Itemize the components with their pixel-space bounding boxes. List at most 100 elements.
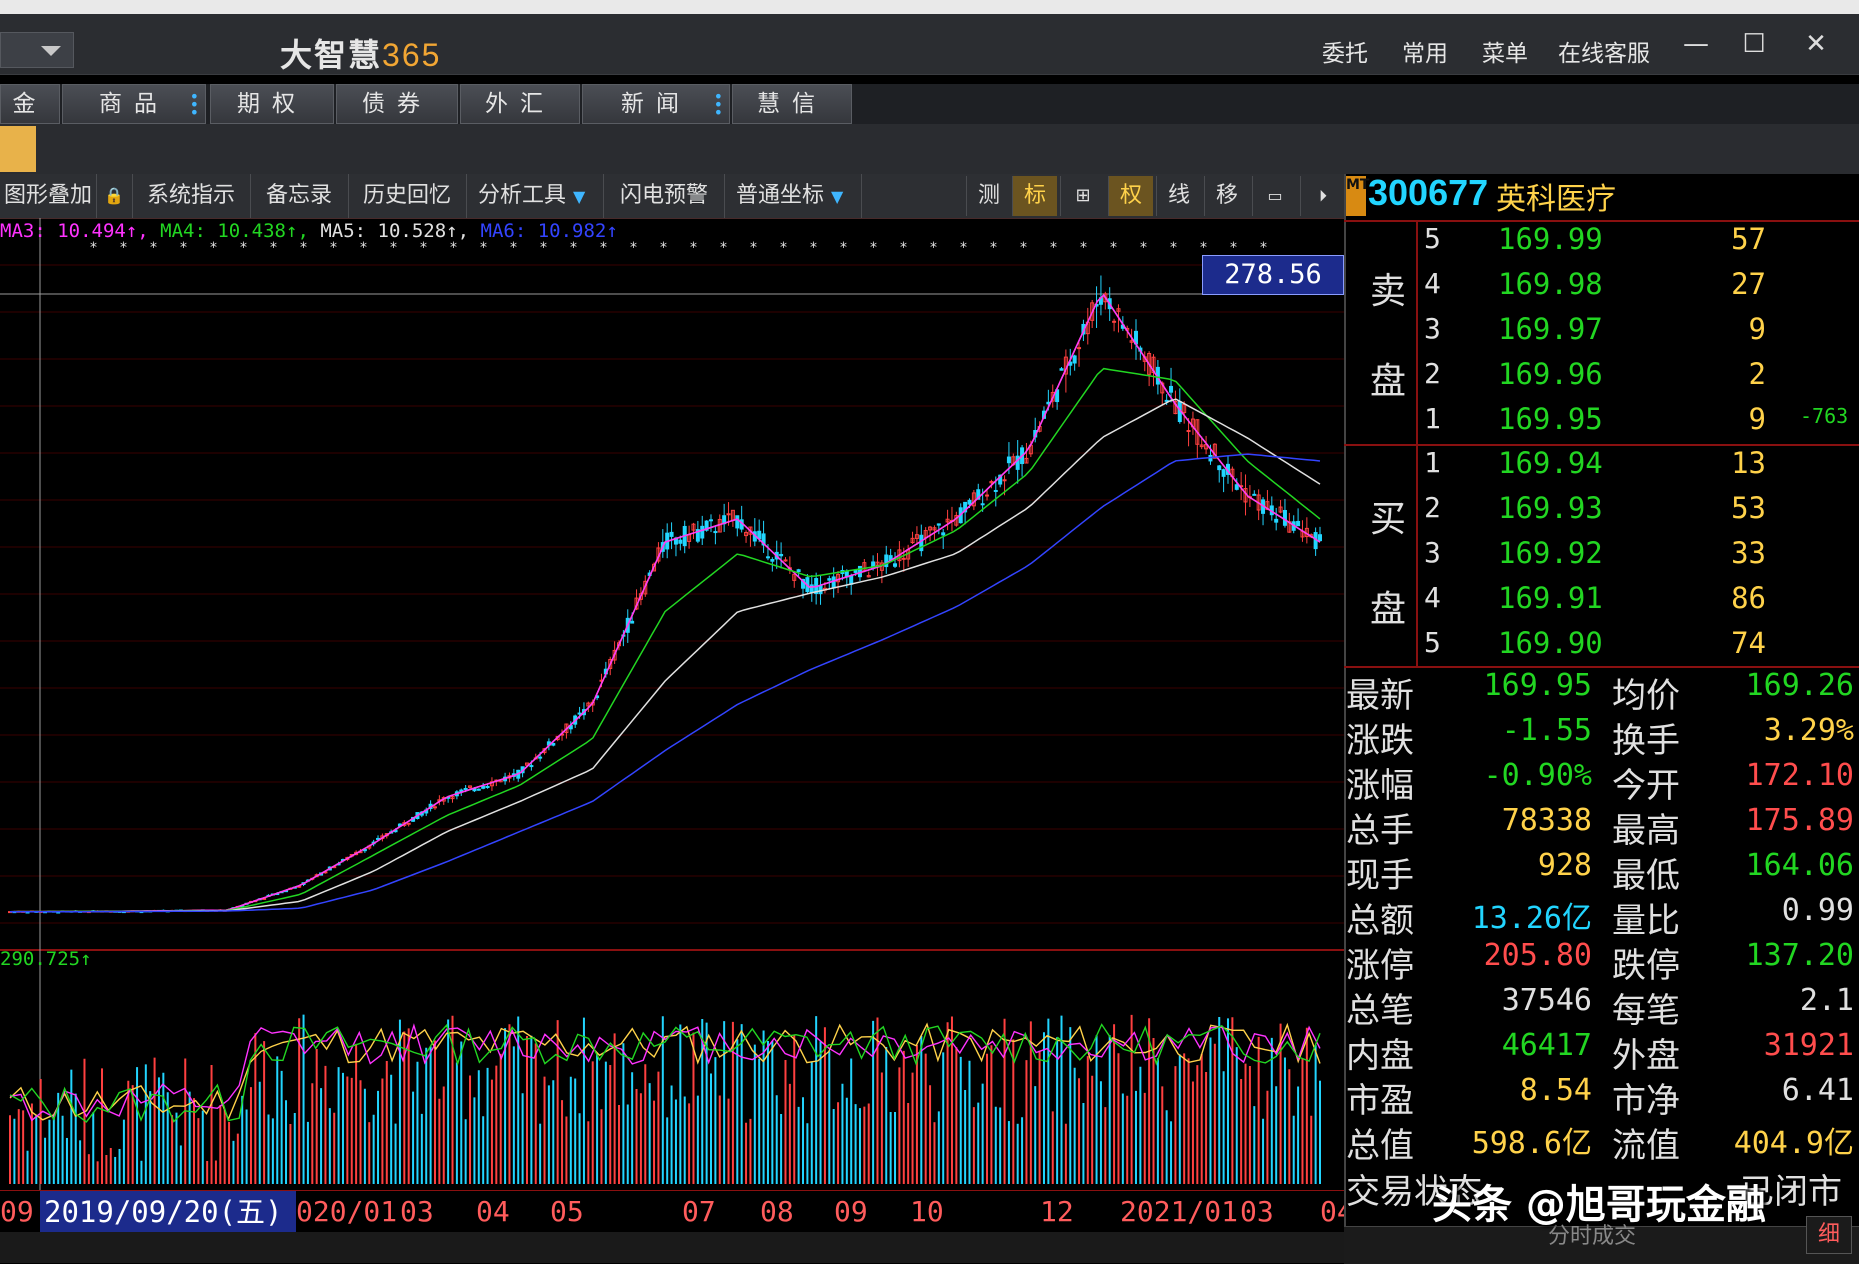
candle-body	[857, 565, 862, 578]
quote-value: 598.6亿	[1471, 1126, 1592, 1161]
event-marker: *	[360, 240, 367, 256]
tab-bonds[interactable]: 债券	[336, 84, 458, 124]
buy-price[interactable]: 169.92	[1498, 536, 1603, 570]
candle-body	[901, 557, 906, 560]
menu-menu[interactable]: 菜单	[1482, 34, 1528, 68]
event-marker: *	[570, 240, 577, 256]
line-icon[interactable]: 线	[1156, 176, 1201, 216]
sell-price[interactable]: 169.96	[1498, 357, 1603, 391]
candle-body	[481, 786, 486, 789]
menu-online-service[interactable]: 在线客服	[1558, 34, 1650, 68]
sell-volume: 2	[1748, 357, 1766, 391]
candle-body	[779, 553, 784, 557]
candle-body	[967, 499, 972, 505]
measure-icon[interactable]: 测	[966, 176, 1011, 216]
tab-forex[interactable]: 外汇	[460, 84, 580, 124]
quote-label: 总手	[1346, 811, 1414, 851]
tab-commodity[interactable]: 商品 • • •	[62, 84, 206, 124]
sell-price[interactable]: 169.95	[1498, 402, 1603, 436]
event-marker: *	[210, 240, 217, 256]
minimize-button[interactable]: —	[1670, 24, 1722, 64]
analysis-tools-button[interactable]: 分析工具 ▼	[466, 174, 604, 218]
move-icon[interactable]: 移	[1204, 176, 1249, 216]
buy-price[interactable]: 169.94	[1498, 446, 1603, 480]
active-page-tab[interactable]	[0, 126, 36, 172]
candle-body	[700, 525, 705, 539]
tab-huixin[interactable]: 慧信	[732, 84, 852, 124]
tab-options[interactable]: 期权	[210, 84, 334, 124]
sell-price[interactable]: 169.99	[1498, 222, 1603, 256]
quote-value: 31921	[1763, 1028, 1854, 1063]
overlay-button[interactable]: 图形叠加	[0, 174, 97, 218]
event-marker: *	[1020, 240, 1027, 256]
menu-common[interactable]: 常用	[1402, 34, 1448, 68]
ma3-label: MA3: 10.494↑,	[0, 220, 149, 242]
more-dots-icon: • • •	[189, 87, 199, 122]
candle-body	[941, 532, 946, 536]
ma5-label: MA5: 10.528↑,	[320, 220, 470, 242]
app-dropdown[interactable]	[0, 32, 74, 68]
quote-label: 总额	[1346, 901, 1414, 941]
date-label: 2021/01	[1120, 1195, 1239, 1228]
memo-button[interactable]: 备忘录	[250, 174, 349, 218]
lock-icon[interactable]: 🔒	[96, 174, 133, 218]
candle-body	[765, 556, 770, 559]
event-marker: *	[1170, 240, 1177, 256]
quote-label: 每笔	[1612, 991, 1680, 1031]
quote-label: 均价	[1612, 676, 1680, 716]
candle-body	[630, 620, 635, 624]
quote-value: 37546	[1501, 983, 1592, 1018]
rights-icon[interactable]: 权	[1108, 176, 1153, 216]
sell-price[interactable]: 169.97	[1498, 312, 1603, 346]
event-marker: *	[1200, 240, 1207, 256]
menu-entrust[interactable]: 委托	[1322, 34, 1368, 68]
stock-name: 英科医疗	[1496, 182, 1616, 217]
buy-volume: 86	[1731, 581, 1766, 615]
buy-price[interactable]: 169.93	[1498, 491, 1603, 525]
ma-line	[9, 293, 1321, 913]
date-label: 03	[400, 1195, 434, 1228]
candle-body	[831, 576, 836, 589]
buy-price[interactable]: 169.91	[1498, 581, 1603, 615]
maximize-button[interactable]: ☐	[1728, 24, 1780, 64]
close-button[interactable]: ✕	[1790, 24, 1842, 64]
quote-label: 换手	[1612, 721, 1680, 761]
candle-body	[1296, 520, 1301, 527]
sell-level: 4	[1424, 267, 1441, 300]
dropdown-triangle-icon: ▼	[831, 187, 844, 206]
date-label: 09	[0, 1195, 34, 1228]
event-marker: *	[900, 240, 907, 256]
mark-icon[interactable]: 标	[1012, 176, 1057, 216]
event-marker: *	[720, 240, 727, 256]
quote-value: 164.06	[1745, 848, 1854, 883]
candle-body	[1006, 456, 1011, 464]
buy-price[interactable]: 169.90	[1498, 626, 1603, 660]
tab-news[interactable]: 新闻 • • •	[582, 84, 730, 124]
quote-value: 3.29%	[1763, 713, 1854, 748]
quote-label: 最低	[1612, 856, 1680, 896]
quote-label: 今开	[1612, 766, 1680, 806]
play-icon[interactable]: ⏵	[1300, 176, 1345, 216]
flash-alert-button[interactable]: 闪电预警	[604, 174, 725, 218]
kline-chart[interactable]: * * * * * * * * * * * * * * * * * * * * * * * * * * * * * * * * * * * * * * * *	[0, 218, 1344, 1190]
event-marker: *	[450, 240, 457, 256]
detail-button[interactable]: 细	[1806, 1216, 1852, 1254]
indicator-button[interactable]: 系统指示	[132, 174, 251, 218]
grid-icon[interactable]: ⊞	[1060, 176, 1105, 216]
axis-mode-button[interactable]: 普通坐标 ▼	[724, 174, 862, 218]
tab-gold[interactable]: 金	[0, 84, 60, 124]
buy-level: 4	[1424, 581, 1441, 614]
date-label: 10	[910, 1195, 944, 1228]
quote-label: 现手	[1346, 856, 1414, 896]
ma-line	[10, 453, 1321, 913]
event-marker: *	[1050, 240, 1057, 256]
quote-value: 172.10	[1745, 758, 1854, 793]
stock-code[interactable]: 300677	[1368, 172, 1488, 214]
quote-value: -0.90%	[1483, 758, 1592, 793]
candle-body	[1217, 465, 1222, 471]
quote-value: 928	[1537, 848, 1592, 883]
sell-price[interactable]: 169.98	[1498, 267, 1603, 301]
history-button[interactable]: 历史回忆	[348, 174, 467, 218]
event-marker: *	[840, 240, 847, 256]
window-icon[interactable]: ▭	[1252, 176, 1297, 216]
